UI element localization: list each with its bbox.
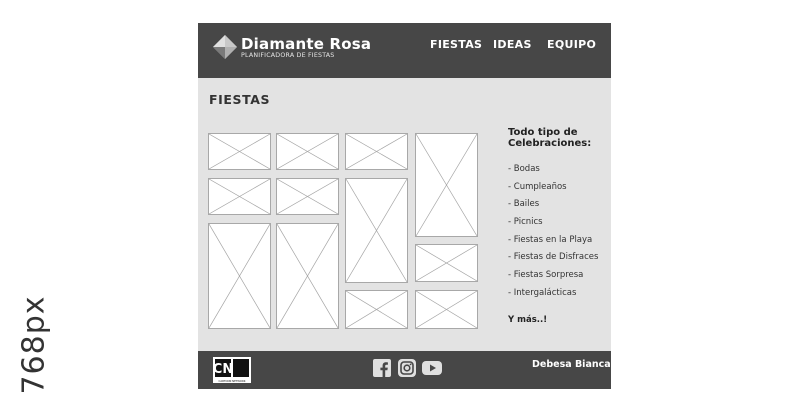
diamond-icon bbox=[213, 35, 237, 59]
nav-fiestas[interactable]: FIESTAS bbox=[430, 38, 482, 51]
list-item: - Fiestas en la Playa bbox=[508, 234, 593, 245]
image-placeholder bbox=[276, 178, 339, 215]
page-mockup: Diamante Rosa PLANIFICADORA DE FIESTAS F… bbox=[198, 23, 611, 389]
list-item: - Picnics bbox=[508, 217, 543, 228]
instagram-icon[interactable] bbox=[398, 359, 416, 377]
site-footer: CN CARTOON NETWORK Debesa Bianca bbox=[198, 351, 611, 389]
site-header: Diamante Rosa PLANIFICADORA DE FIESTAS F… bbox=[198, 23, 611, 78]
celebrations-heading: Todo tipo de Celebraciones: bbox=[508, 127, 592, 149]
placeholder-cross bbox=[209, 179, 270, 214]
celebrations-list: - Bodas - Cumpleaños - Bailes - Picnics … bbox=[508, 163, 598, 305]
image-placeholder bbox=[208, 133, 271, 170]
image-placeholder bbox=[415, 133, 478, 237]
image-placeholder bbox=[208, 223, 271, 329]
image-placeholder bbox=[345, 133, 408, 170]
placeholder-cross bbox=[277, 224, 338, 328]
image-placeholder bbox=[276, 223, 339, 329]
placeholder-cross bbox=[346, 134, 407, 169]
image-placeholder bbox=[345, 178, 408, 283]
youtube-icon[interactable] bbox=[422, 359, 442, 377]
list-item: - Fiestas Sorpresa bbox=[508, 270, 584, 281]
nav-ideas[interactable]: IDEAS bbox=[493, 38, 532, 51]
viewport-width-text: 768px bbox=[16, 295, 52, 395]
list-item: - Intergalácticas bbox=[508, 287, 577, 298]
placeholder-cross bbox=[209, 224, 270, 328]
image-placeholder bbox=[415, 244, 478, 282]
more-link[interactable]: Y más..! bbox=[508, 315, 547, 325]
list-item: - Fiestas de Disfraces bbox=[508, 252, 599, 263]
placeholder-cross bbox=[416, 245, 477, 281]
image-placeholder bbox=[276, 133, 339, 170]
image-placeholder bbox=[208, 178, 271, 215]
brand-tagline: PLANIFICADORA DE FIESTAS bbox=[241, 52, 335, 59]
placeholder-cross bbox=[277, 179, 338, 214]
placeholder-cross bbox=[416, 134, 477, 236]
cn-logo-subtext: CARTOON NETWORK bbox=[219, 379, 246, 383]
facebook-icon[interactable] bbox=[373, 359, 391, 377]
brand-name[interactable]: Diamante Rosa bbox=[241, 35, 371, 53]
list-item: - Bailes bbox=[508, 199, 540, 210]
cartoon-network-logo[interactable]: CN CARTOON NETWORK bbox=[213, 357, 251, 383]
placeholder-cross bbox=[346, 291, 407, 328]
viewport-width-label: 768px bbox=[14, 290, 54, 400]
placeholder-cross bbox=[209, 134, 270, 169]
image-placeholder bbox=[345, 290, 408, 329]
nav-equipo[interactable]: EQUIPO bbox=[547, 38, 596, 51]
placeholder-cross bbox=[416, 291, 477, 328]
page-title: FIESTAS bbox=[209, 92, 271, 107]
list-item: - Cumpleaños bbox=[508, 181, 567, 192]
author-name: Debesa Bianca bbox=[532, 359, 611, 370]
image-placeholder bbox=[415, 290, 478, 329]
placeholder-cross bbox=[346, 179, 407, 282]
list-item: - Bodas bbox=[508, 164, 540, 174]
placeholder-cross bbox=[277, 134, 338, 169]
cn-logo-letter-c: CN bbox=[213, 362, 233, 377]
